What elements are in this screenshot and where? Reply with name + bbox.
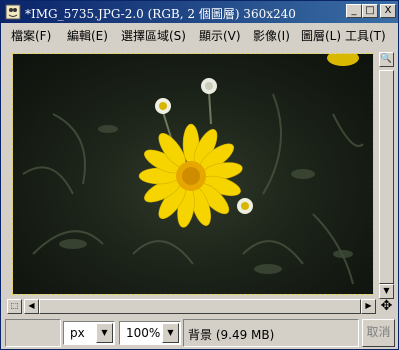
canvas-area[interactable]	[5, 48, 378, 299]
four-way-arrow-icon: ✥	[380, 298, 393, 314]
unit-dropdown-button[interactable]: ▼	[96, 323, 113, 343]
scroll-down-button[interactable]: ▼	[379, 284, 394, 299]
layer-info-text: 背景 (9.49 MB)	[188, 328, 275, 342]
vertical-scrollbar[interactable]: ▼	[378, 48, 395, 299]
wilber-icon[interactable]	[5, 4, 21, 20]
zoom-value: 100%	[126, 326, 161, 340]
status-bar: px ▼ 100% ▼ 背景 (9.49 MB)	[1, 317, 398, 349]
menu-layer[interactable]: 圖層(L)	[301, 27, 341, 44]
close-button[interactable]: X	[380, 4, 396, 18]
zoom-dropdown-button[interactable]: ▼	[162, 323, 179, 343]
unit-selector[interactable]: px ▼	[63, 321, 115, 345]
title-bar[interactable]: *IMG_5735.JPG-2.0 (RGB, 2 個圖層) 360x240 _…	[1, 1, 398, 23]
horizontal-scroll-thumb[interactable]	[39, 299, 361, 314]
navigate-move-button[interactable]: ✥	[379, 299, 394, 314]
menu-view[interactable]: 顯示(V)	[199, 27, 241, 44]
menu-image[interactable]: 影像(I)	[253, 27, 290, 44]
chevron-down-icon: ▼	[101, 328, 108, 337]
arrow-left-icon: ◀	[28, 301, 35, 310]
arrow-down-icon: ▼	[383, 286, 390, 295]
menu-edit[interactable]: 編輯(E)	[67, 27, 108, 44]
image-window: *IMG_5735.JPG-2.0 (RGB, 2 個圖層) 360x240 _…	[0, 0, 399, 350]
arrow-right-icon: ▶	[365, 301, 372, 310]
minimize-icon: _	[351, 5, 357, 16]
menu-select[interactable]: 選擇區域(S)	[121, 27, 186, 44]
zoom-selector[interactable]: 100% ▼	[119, 321, 181, 345]
unit-value: px	[70, 326, 85, 340]
scroll-left-button[interactable]: ◀	[24, 299, 39, 314]
magnifier-icon: 🔍	[380, 54, 393, 64]
chevron-down-icon: ▼	[167, 328, 174, 337]
close-icon: X	[384, 5, 392, 16]
layer-status: 背景 (9.49 MB)	[183, 319, 359, 347]
selection-boundary	[12, 53, 374, 295]
cancel-button[interactable]: 取消	[362, 319, 395, 347]
maximize-button[interactable]: □	[362, 4, 378, 18]
quick-mask-toggle[interactable]: ⬚	[7, 299, 22, 314]
pointer-coordinates	[5, 319, 61, 347]
horizontal-scrollbar-row: ⬚ ◀ ▶ ✥	[5, 299, 395, 315]
menu-bar: 檔案(F) 編輯(E) 選擇區域(S) 顯示(V) 影像(I) 圖層(L) 工具…	[1, 23, 398, 45]
navigate-button[interactable]: 🔍	[379, 52, 394, 67]
maximize-icon: □	[365, 5, 375, 16]
window-title: *IMG_5735.JPG-2.0 (RGB, 2 個圖層) 360x240	[25, 7, 296, 21]
scroll-right-button[interactable]: ▶	[361, 299, 376, 314]
vertical-scroll-thumb[interactable]	[379, 70, 394, 284]
menu-file[interactable]: 檔案(F)	[11, 27, 51, 44]
quick-mask-icon: ⬚	[10, 301, 19, 310]
minimize-button[interactable]: _	[346, 4, 362, 18]
menu-tools[interactable]: 工具(T)	[345, 27, 386, 44]
